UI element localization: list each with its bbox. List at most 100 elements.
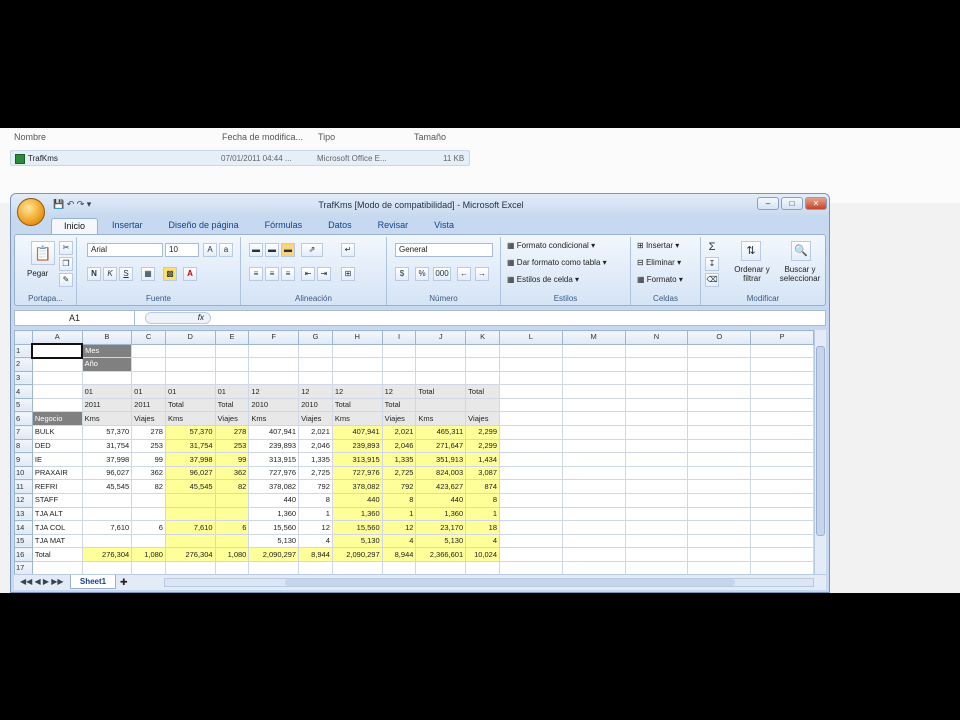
cell[interactable] — [624, 479, 689, 495]
column-header[interactable]: K — [465, 330, 501, 345]
cell[interactable] — [499, 438, 563, 454]
row-header[interactable]: 15 — [14, 533, 33, 549]
cell[interactable] — [499, 343, 563, 359]
cell[interactable]: Kms — [331, 411, 383, 427]
cell[interactable]: Mes — [81, 343, 133, 359]
column-header[interactable]: M — [561, 330, 626, 345]
column-header[interactable]: N — [624, 330, 689, 345]
cell[interactable] — [624, 452, 689, 467]
currency-icon[interactable]: $ — [395, 267, 409, 281]
column-header[interactable]: E — [214, 330, 250, 345]
cell[interactable]: TJA COL — [31, 520, 83, 535]
cell[interactable]: Kms — [248, 411, 300, 427]
close-button[interactable]: ✕ — [805, 197, 827, 210]
percent-icon[interactable]: % — [415, 267, 429, 281]
spreadsheet-grid[interactable]: A B C D E F G H I J K L M N O P 1 Mes 2 Año 3 4 01 01 01 01 12 12 12… — [14, 330, 814, 574]
cell[interactable]: 5,130 — [331, 533, 383, 549]
cell[interactable]: 2,299 — [465, 438, 501, 454]
column-header[interactable]: O — [687, 330, 752, 345]
cell[interactable]: 12 — [331, 384, 383, 399]
cell[interactable]: 2,021 — [381, 425, 417, 440]
cell[interactable]: 351,913 — [415, 452, 467, 467]
cell[interactable] — [624, 465, 689, 481]
cell[interactable]: 362 — [214, 465, 250, 481]
maximize-button[interactable]: □ — [781, 197, 803, 210]
cell[interactable] — [750, 479, 814, 495]
cell[interactable] — [248, 561, 300, 574]
cell[interactable] — [499, 425, 563, 440]
cell[interactable] — [561, 493, 626, 508]
cell[interactable]: 8 — [465, 493, 501, 508]
find-select-button[interactable]: Buscar y seleccionar — [775, 265, 825, 283]
cell[interactable]: 18 — [465, 520, 501, 535]
align-right-icon[interactable]: ≡ — [281, 267, 295, 281]
row-header[interactable]: 6 — [14, 411, 33, 427]
cell[interactable]: 45,545 — [81, 479, 133, 495]
cell[interactable]: 8 — [381, 493, 417, 508]
cell[interactable] — [561, 533, 626, 549]
cell[interactable] — [415, 343, 467, 359]
cell[interactable] — [131, 533, 166, 549]
cell[interactable]: 37,998 — [164, 452, 216, 467]
cell[interactable]: Viajes — [214, 411, 250, 427]
cell[interactable] — [561, 465, 626, 481]
cell[interactable] — [687, 343, 752, 359]
cell[interactable] — [624, 357, 689, 372]
cell[interactable] — [750, 493, 814, 508]
row-header[interactable]: 3 — [14, 370, 33, 386]
cell[interactable] — [415, 370, 467, 386]
cell[interactable]: 6 — [131, 520, 166, 535]
cell[interactable] — [561, 411, 626, 427]
cell[interactable]: 2010 — [248, 397, 300, 413]
cell[interactable]: 1 — [298, 506, 333, 522]
cell[interactable]: 1,335 — [298, 452, 333, 467]
bold-icon[interactable]: N — [87, 267, 101, 281]
minimize-button[interactable]: – — [757, 197, 779, 210]
cell[interactable] — [750, 465, 814, 481]
cell[interactable] — [81, 561, 133, 574]
cell[interactable] — [499, 465, 563, 481]
cell[interactable] — [214, 370, 250, 386]
cell[interactable]: 31,754 — [164, 438, 216, 454]
merge-cells-icon[interactable]: ⊞ — [341, 267, 355, 281]
cell[interactable] — [750, 561, 814, 574]
cell[interactable]: Viajes — [131, 411, 166, 427]
cell[interactable] — [687, 506, 752, 522]
cell[interactable] — [687, 547, 752, 562]
cell[interactable] — [687, 493, 752, 508]
cell-table[interactable]: A B C D E F G H I J K L M N O P 1 Mes 2 Año 3 4 01 01 01 01 12 12 12… — [14, 330, 814, 574]
cell[interactable] — [561, 561, 626, 574]
cell[interactable] — [687, 397, 752, 413]
cell[interactable] — [624, 533, 689, 549]
column-header[interactable]: H — [331, 330, 383, 345]
cell[interactable]: Kms — [415, 411, 467, 427]
cell[interactable] — [31, 397, 83, 413]
cell[interactable] — [561, 479, 626, 495]
insert-cells-button[interactable]: ⊞ Insertar ▾ — [637, 241, 679, 250]
increase-decimal-icon[interactable]: ← — [457, 267, 471, 281]
cell[interactable]: 96,027 — [81, 465, 133, 481]
row-header[interactable]: 5 — [14, 397, 33, 413]
cell[interactable]: 727,976 — [331, 465, 383, 481]
cell[interactable]: STAFF — [31, 493, 83, 508]
cell[interactable]: 253 — [131, 438, 166, 454]
italic-icon[interactable]: K — [103, 267, 117, 281]
row-header[interactable]: 7 — [14, 425, 33, 440]
cell[interactable]: 278 — [131, 425, 166, 440]
cell[interactable]: 440 — [331, 493, 383, 508]
cell[interactable] — [131, 493, 166, 508]
column-header[interactable]: J — [415, 330, 467, 345]
cell[interactable] — [331, 370, 383, 386]
cell[interactable] — [248, 357, 300, 372]
cell[interactable] — [687, 452, 752, 467]
cell[interactable]: 57,370 — [164, 425, 216, 440]
vertical-scroll-thumb[interactable] — [816, 346, 825, 536]
row-header[interactable]: 2 — [14, 357, 33, 372]
wrap-text-icon[interactable]: ↵ — [341, 243, 355, 257]
horizontal-scroll-thumb[interactable] — [285, 579, 735, 586]
row-header[interactable]: 13 — [14, 506, 33, 522]
cell[interactable] — [687, 520, 752, 535]
cell[interactable] — [561, 506, 626, 522]
cell[interactable]: 378,082 — [331, 479, 383, 495]
align-left-icon[interactable]: ≡ — [249, 267, 263, 281]
